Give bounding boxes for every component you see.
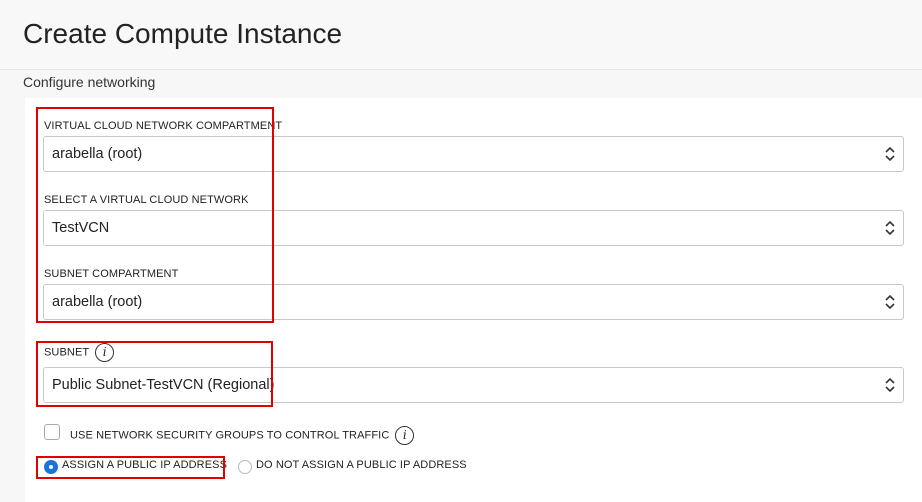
nsg-checkbox[interactable] xyxy=(44,424,60,440)
chevron-updown-icon xyxy=(885,294,895,310)
nsg-label: USE NETWORK SECURITY GROUPS TO CONTROL T… xyxy=(70,429,390,442)
chevron-updown-icon xyxy=(885,377,895,393)
no-public-ip-radio[interactable] xyxy=(238,460,252,474)
highlight-box xyxy=(36,107,274,323)
no-public-ip-label[interactable]: DO NOT ASSIGN A PUBLIC IP ADDRESS xyxy=(256,459,467,471)
section-title: Configure networking xyxy=(23,74,156,90)
page-header: Create Compute Instance xyxy=(0,0,922,70)
highlight-box xyxy=(36,341,273,407)
chevron-updown-icon xyxy=(885,146,895,162)
page-title: Create Compute Instance xyxy=(23,18,343,49)
highlight-box xyxy=(36,456,225,479)
nsg-label-row: USE NETWORK SECURITY GROUPS TO CONTROL T… xyxy=(70,426,415,445)
info-icon[interactable]: i xyxy=(395,426,415,445)
chevron-updown-icon xyxy=(885,220,895,236)
